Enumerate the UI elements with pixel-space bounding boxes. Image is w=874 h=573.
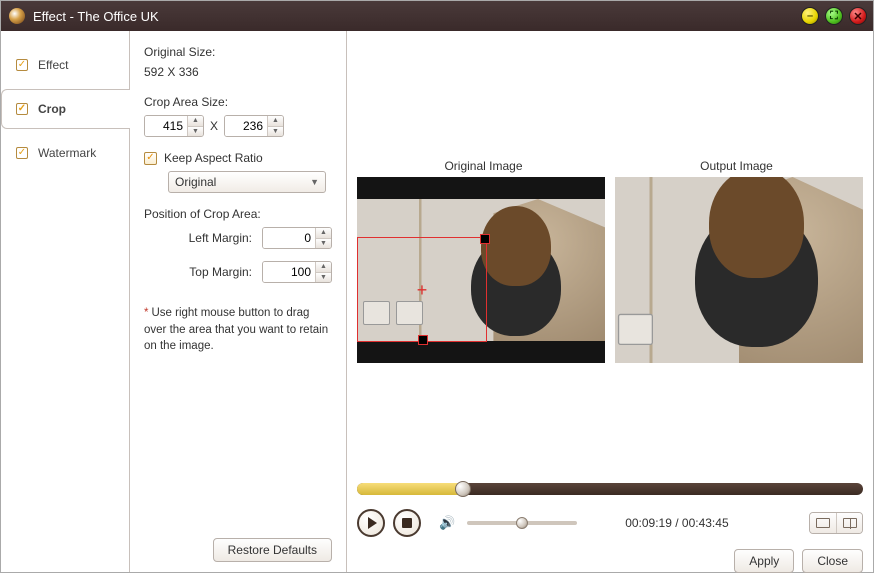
crosshair-icon: + <box>413 281 431 299</box>
crop-height-input[interactable] <box>225 116 267 136</box>
x-separator: X <box>210 119 218 133</box>
tab-label: Crop <box>38 102 66 116</box>
timeline-thumb[interactable] <box>455 481 471 497</box>
window-maximize-button[interactable]: ⛶ <box>825 7 843 25</box>
compare-single-button[interactable] <box>810 513 836 533</box>
check-icon <box>16 103 28 115</box>
original-size-value: 592 X 336 <box>144 65 332 79</box>
window-minimize-button[interactable]: – <box>801 7 819 25</box>
timeline-slider[interactable] <box>357 483 863 495</box>
chevron-down-icon[interactable]: ▼ <box>316 273 331 283</box>
restore-defaults-button[interactable]: Restore Defaults <box>213 538 332 562</box>
tab-crop[interactable]: Crop <box>1 89 130 129</box>
crop-width-stepper[interactable]: ▲▼ <box>144 115 204 137</box>
window-title: Effect - The Office UK <box>33 9 159 24</box>
checkbox-checked-icon <box>144 152 157 165</box>
original-preview[interactable]: + <box>357 177 605 363</box>
original-image-label: Original Image <box>357 159 610 173</box>
tab-watermark[interactable]: Watermark <box>1 133 129 173</box>
left-margin-input[interactable] <box>263 228 315 248</box>
top-margin-stepper[interactable]: ▲▼ <box>262 261 332 283</box>
crop-area-size-label: Crop Area Size: <box>144 95 332 109</box>
volume-slider[interactable] <box>467 521 577 525</box>
crop-width-input[interactable] <box>145 116 187 136</box>
top-margin-input[interactable] <box>263 262 315 282</box>
preview-panel: Original Image Output Image + <box>347 31 873 572</box>
aspect-ratio-select[interactable]: Original ▼ <box>168 171 326 193</box>
apply-button[interactable]: Apply <box>734 549 794 573</box>
single-view-icon <box>816 518 830 528</box>
left-margin-stepper[interactable]: ▲▼ <box>262 227 332 249</box>
output-preview <box>615 177 863 363</box>
chevron-up-icon[interactable]: ▲ <box>268 116 283 127</box>
chevron-down-icon[interactable]: ▼ <box>188 127 203 137</box>
check-icon <box>16 147 28 159</box>
tab-label: Effect <box>38 58 68 72</box>
titlebar: Effect - The Office UK – ⛶ ✕ <box>1 1 873 31</box>
asterisk-icon: * <box>144 307 148 319</box>
side-tabs: Effect Crop Watermark <box>1 31 129 572</box>
compare-mode-toggle <box>809 512 863 534</box>
aspect-ratio-selected: Original <box>175 175 216 189</box>
crop-rectangle[interactable]: + <box>357 237 487 342</box>
top-margin-label: Top Margin: <box>144 265 262 279</box>
chevron-down-icon: ▼ <box>310 177 319 187</box>
crop-settings-panel: Original Size: 592 X 336 Crop Area Size:… <box>129 31 347 572</box>
position-label: Position of Crop Area: <box>144 207 332 221</box>
stop-button[interactable] <box>393 509 421 537</box>
check-icon <box>16 59 28 71</box>
chevron-down-icon[interactable]: ▼ <box>268 127 283 137</box>
chevron-down-icon[interactable]: ▼ <box>316 239 331 249</box>
original-size-label: Original Size: <box>144 45 332 59</box>
app-icon <box>9 8 25 24</box>
close-button[interactable]: Close <box>802 549 863 573</box>
playback-time: 00:09:19 / 00:43:45 <box>625 516 728 530</box>
tab-label: Watermark <box>38 146 96 160</box>
compare-split-button[interactable] <box>836 513 862 533</box>
volume-thumb[interactable] <box>516 517 528 529</box>
stop-icon <box>402 518 412 528</box>
chevron-up-icon[interactable]: ▲ <box>316 262 331 273</box>
keep-aspect-ratio-label: Keep Aspect Ratio <box>164 151 263 165</box>
chevron-up-icon[interactable]: ▲ <box>316 228 331 239</box>
play-icon <box>368 517 377 529</box>
play-button[interactable] <box>357 509 385 537</box>
volume-icon[interactable]: 🔊 <box>439 515 455 531</box>
window-close-button[interactable]: ✕ <box>849 7 867 25</box>
split-view-icon <box>843 518 857 528</box>
chevron-up-icon[interactable]: ▲ <box>188 116 203 127</box>
crop-hint-text: *Use right mouse button to drag over the… <box>144 305 332 355</box>
crop-height-stepper[interactable]: ▲▼ <box>224 115 284 137</box>
output-image-label: Output Image <box>610 159 863 173</box>
video-frame <box>615 177 863 363</box>
timeline-played <box>357 483 463 495</box>
tab-effect[interactable]: Effect <box>1 45 129 85</box>
left-margin-label: Left Margin: <box>144 231 262 245</box>
keep-aspect-ratio-checkbox[interactable]: Keep Aspect Ratio <box>144 151 332 165</box>
